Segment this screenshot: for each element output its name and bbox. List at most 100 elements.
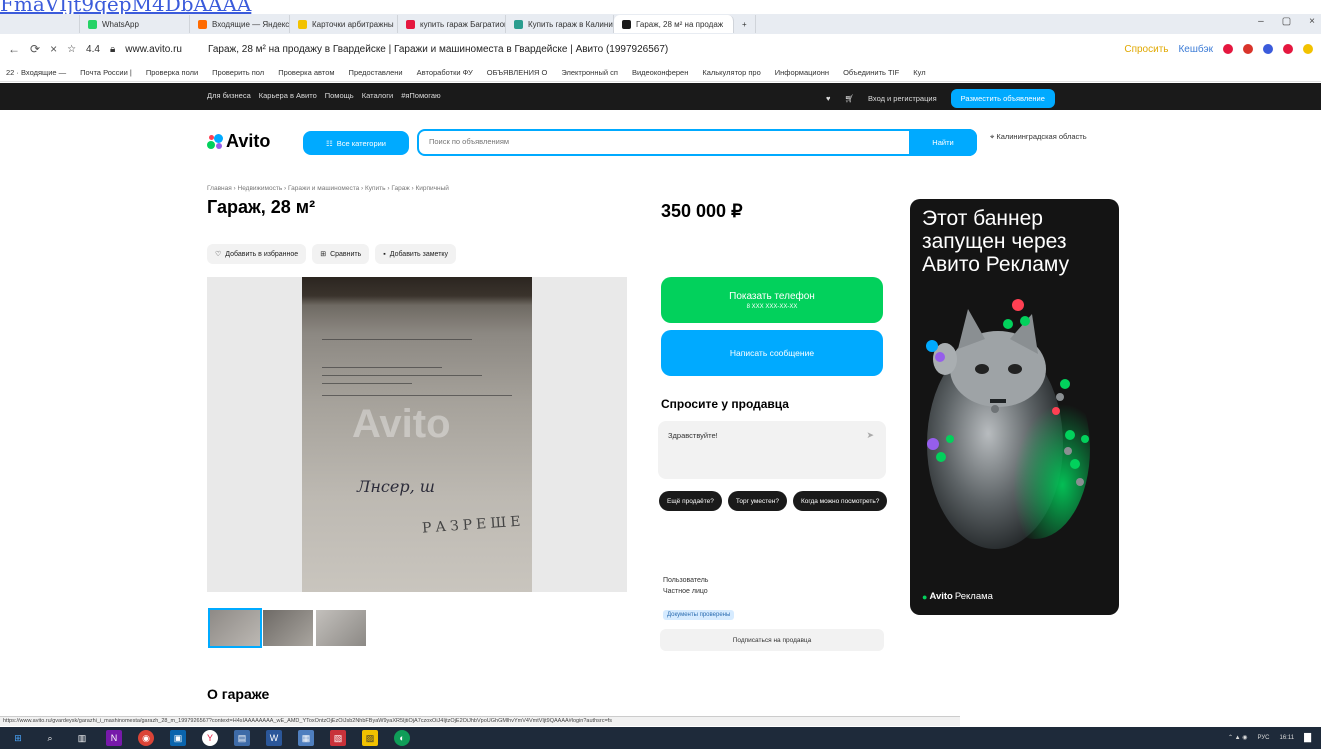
browser-tab[interactable]: Карточки арбитражны: [290, 15, 398, 33]
ask-seller-input[interactable]: Здравствуйте! ➤: [658, 421, 886, 479]
chrome-icon[interactable]: ◐: [394, 730, 410, 746]
extension-icon[interactable]: [1283, 44, 1293, 54]
favorites-heart-icon[interactable]: ♥: [826, 94, 830, 103]
browser-tab-strip: WhatsApp Входящие — Яндекс П Карточки ар…: [0, 14, 1321, 34]
network-icon[interactable]: ⌃ ▲ ◉: [1228, 734, 1248, 741]
search-icon[interactable]: ⌕: [42, 730, 58, 746]
post-ad-button[interactable]: Разместить объявление: [950, 89, 1055, 108]
bookmark[interactable]: Объединить TIF: [843, 68, 899, 77]
bookmark[interactable]: Видеоконферен: [632, 68, 688, 77]
browser-tab[interactable]: Купить гараж в Калинин: [506, 15, 614, 33]
url-page-title[interactable]: Гараж, 28 м² на продажу в Гвардейске | Г…: [208, 44, 668, 55]
bookmark[interactable]: Предоставлени: [349, 68, 403, 77]
photo-thumbnail[interactable]: [208, 608, 262, 648]
subscribe-seller-button[interactable]: Подписаться на продавца: [660, 629, 884, 651]
bookmark[interactable]: Проверить пол: [212, 68, 264, 77]
reload-icon[interactable]: ⟳: [30, 42, 40, 56]
tab-favicon-icon: [88, 19, 97, 29]
bookmark[interactable]: Проверка поли: [146, 68, 198, 77]
breadcrumb[interactable]: Главная › Недвижимость › Гаражи и машино…: [207, 185, 449, 192]
ask-button[interactable]: Спросить: [1124, 44, 1168, 55]
bookmark[interactable]: Кул: [913, 68, 925, 77]
tab-favicon-icon: [406, 19, 415, 29]
quick-question-chip[interactable]: Когда можно посмотреть?: [792, 491, 888, 511]
seller-name[interactable]: Пользователь: [663, 575, 708, 586]
listing-photo[interactable]: Avito Лнсер, ш РАЗРЕШЕ: [207, 277, 627, 592]
compare-button[interactable]: ⊞ Сравнить: [312, 244, 370, 264]
add-note-button[interactable]: ▪ Добавить заметку: [375, 244, 457, 264]
browser-tab-active[interactable]: Гараж, 28 м² на продаж: [614, 15, 734, 33]
photo-signature: Лнсер, ш: [357, 477, 435, 496]
outlook-icon[interactable]: ▣: [170, 730, 186, 746]
url-domain[interactable]: www.avito.ru: [125, 44, 182, 55]
all-categories-button[interactable]: ☷ Все категории: [303, 131, 409, 155]
bookmark[interactable]: Информационн: [775, 68, 829, 77]
back-icon[interactable]: ←: [8, 42, 20, 56]
minimize-button[interactable]: –: [1258, 16, 1264, 27]
quick-question-chip[interactable]: Ещё продаёте?: [659, 491, 722, 511]
tab-favicon-icon: [198, 19, 207, 29]
bookmark[interactable]: Электронный сп: [561, 68, 618, 77]
link-catalogs[interactable]: Каталоги: [362, 91, 393, 100]
extension-icon[interactable]: [1263, 44, 1273, 54]
app-icon[interactable]: ▦: [298, 730, 314, 746]
quick-question-chip[interactable]: Торг уместен?: [727, 491, 787, 511]
file-explorer-icon[interactable]: ▨: [362, 730, 378, 746]
search-button[interactable]: Найти: [909, 129, 977, 156]
bookmark[interactable]: Калькулятор про: [702, 68, 760, 77]
banner-footer: ● Avito Реклама: [922, 591, 993, 602]
start-icon[interactable]: ⊞: [10, 730, 26, 746]
avito-logo[interactable]: Avito: [207, 131, 270, 152]
ad-banner[interactable]: Этот баннер запущен через Авито Рекламу: [910, 199, 1119, 615]
cashback-button[interactable]: Кешбэк: [1178, 44, 1213, 55]
send-icon[interactable]: ➤: [866, 430, 874, 441]
bookmark[interactable]: Почта России |: [80, 68, 132, 77]
link-career[interactable]: Карьера в Авито: [259, 91, 317, 100]
browser-extensions: Спросить Кешбэк: [1124, 44, 1313, 55]
bookmark[interactable]: Автоработки ФУ: [417, 68, 473, 77]
task-view-icon[interactable]: ▥: [74, 730, 90, 746]
add-favorite-button[interactable]: ♡ Добавить в избранное: [207, 244, 307, 264]
photo-thumbnail[interactable]: [316, 610, 366, 646]
maximize-button[interactable]: ▢: [1282, 16, 1291, 27]
bookmark[interactable]: 22 · Входящие —: [6, 68, 66, 77]
windows-taskbar: ⊞ ⌕ ▥ N ◉ ▣ Y ▤ W ▦ ▧ ▨ ◐ ⌃ ▲ ◉ РУС 16:1…: [0, 727, 1321, 749]
show-phone-button[interactable]: Показать телефон 8 XXX XXX-XX-XX: [661, 277, 883, 323]
write-message-button[interactable]: Написать сообщение: [661, 330, 883, 376]
browser-nav-placeholder: [0, 15, 80, 33]
bookmark[interactable]: Проверка автом: [278, 68, 334, 77]
login-link[interactable]: Вход и регистрация: [868, 94, 937, 103]
browser-tab[interactable]: WhatsApp: [80, 15, 190, 33]
lock-icon: 🔒︎: [109, 43, 116, 55]
clock[interactable]: 16:11: [1280, 735, 1295, 741]
listing-actions: ♡ Добавить в избранное ⊞ Сравнить ▪ Добавит…: [207, 244, 457, 264]
photo-thumbnail[interactable]: [263, 610, 313, 646]
notifications-icon[interactable]: ▇: [1304, 732, 1311, 743]
region-selector[interactable]: ⌖ Калининградская область: [990, 131, 1100, 142]
close-window-button[interactable]: ×: [1309, 16, 1315, 27]
app-icon[interactable]: ▤: [234, 730, 250, 746]
photo-watermark: Avito: [352, 402, 451, 446]
extension-icon[interactable]: [1223, 44, 1233, 54]
link-help[interactable]: Помощь: [325, 91, 354, 100]
search-input[interactable]: [429, 137, 899, 146]
window-controls: – ▢ ×: [1258, 16, 1315, 27]
language-indicator[interactable]: РУС: [1257, 735, 1269, 741]
app-icon[interactable]: ▧: [330, 730, 346, 746]
chrome-icon[interactable]: ◉: [138, 730, 154, 746]
phone-masked: 8 XXX XXX-XX-XX: [746, 303, 798, 310]
yandex-browser-icon[interactable]: Y: [202, 730, 218, 746]
link-i-help[interactable]: #яПомогаю: [401, 91, 441, 100]
extension-icon[interactable]: [1243, 44, 1253, 54]
cart-icon[interactable]: 🛒︎: [844, 94, 854, 103]
word-icon[interactable]: W: [266, 730, 282, 746]
bookmark[interactable]: ОБЪЯВЛЕНИЯ О: [487, 68, 548, 77]
close-icon[interactable]: ×: [50, 42, 57, 56]
link-business[interactable]: Для бизнеса: [207, 91, 251, 100]
onenote-icon[interactable]: N: [106, 730, 122, 746]
new-tab-button[interactable]: +: [734, 15, 756, 33]
browser-tab[interactable]: купить гараж Багратион: [398, 15, 506, 33]
extension-icon[interactable]: [1303, 44, 1313, 54]
browser-tab[interactable]: Входящие — Яндекс П: [190, 15, 290, 33]
site-rating: 4.4: [86, 43, 100, 55]
